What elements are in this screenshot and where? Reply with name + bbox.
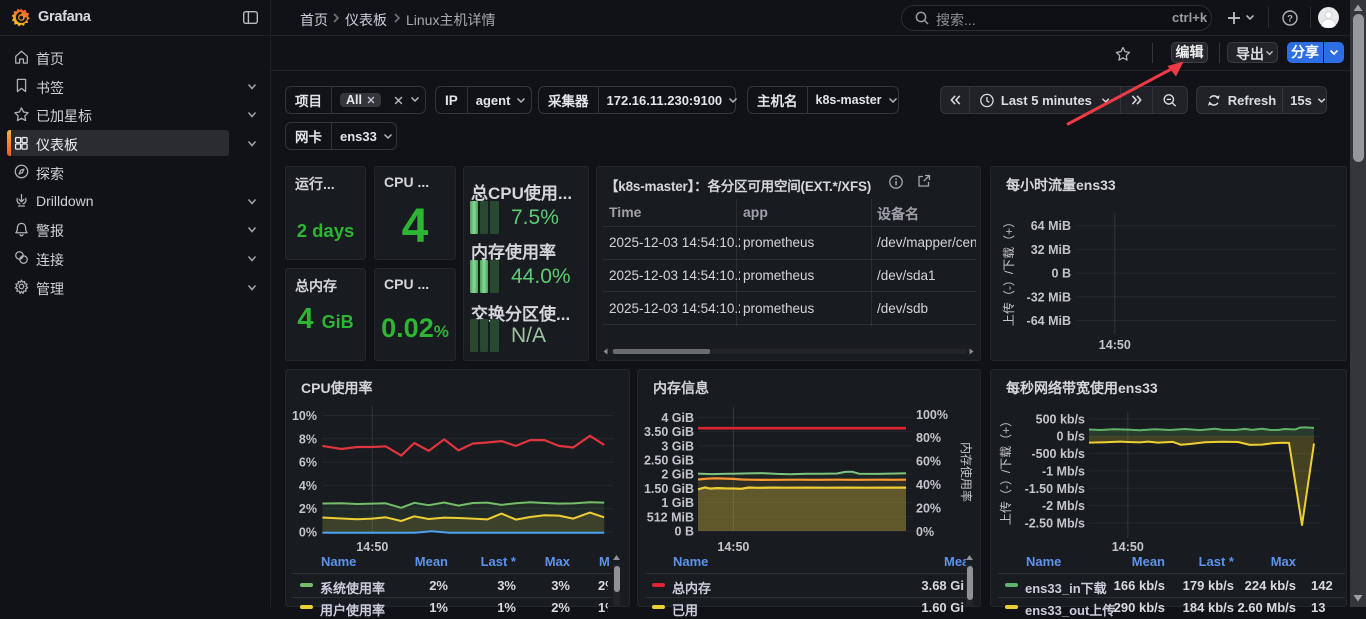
svg-text:20%: 20% — [916, 501, 941, 515]
svg-text:6%: 6% — [299, 456, 317, 470]
svg-text:2.50 GiB: 2.50 GiB — [644, 454, 694, 468]
svg-text:14:50: 14:50 — [1112, 540, 1144, 554]
svg-text:60%: 60% — [916, 455, 941, 469]
svg-text:10%: 10% — [292, 409, 317, 423]
svg-text:0 B: 0 B — [675, 525, 694, 539]
svg-text:?: ? — [1287, 13, 1293, 24]
svg-text:1.50 GiB: 1.50 GiB — [644, 482, 694, 496]
svg-text:14:50: 14:50 — [356, 540, 388, 554]
svg-text:80%: 80% — [916, 431, 941, 445]
svg-text:4%: 4% — [299, 479, 317, 493]
svg-text:40%: 40% — [916, 478, 941, 492]
svg-text:8%: 8% — [299, 432, 317, 446]
svg-text:500 kb/s: 500 kb/s — [1036, 412, 1085, 426]
svg-text:-1 Mb/s: -1 Mb/s — [1042, 464, 1085, 478]
svg-text:-1.50 Mb/s: -1.50 Mb/s — [1025, 482, 1085, 496]
svg-text:14:50: 14:50 — [717, 540, 749, 554]
svg-text:32 MiB: 32 MiB — [1031, 243, 1071, 257]
svg-text:0 b/s: 0 b/s — [1057, 430, 1086, 444]
svg-text:0 B: 0 B — [1052, 267, 1071, 281]
svg-text:-2.50 Mb/s: -2.50 Mb/s — [1025, 517, 1085, 531]
svg-text:100%: 100% — [916, 408, 948, 422]
svg-text:-64 MiB: -64 MiB — [1027, 314, 1071, 328]
svg-text:64 MiB: 64 MiB — [1031, 219, 1071, 233]
svg-text:-500 kb/s: -500 kb/s — [1031, 447, 1085, 461]
svg-text:2%: 2% — [299, 502, 317, 516]
svg-text:0%: 0% — [916, 525, 934, 539]
svg-text:2 GiB: 2 GiB — [661, 468, 694, 482]
svg-text:512 MiB: 512 MiB — [647, 510, 694, 524]
svg-text:3.50 GiB: 3.50 GiB — [644, 425, 694, 439]
svg-text:1 GiB: 1 GiB — [661, 496, 694, 510]
svg-text:-32 MiB: -32 MiB — [1027, 290, 1071, 304]
svg-text:3 GiB: 3 GiB — [661, 439, 694, 453]
svg-text:4 GiB: 4 GiB — [661, 411, 694, 425]
svg-text:-2 Mb/s: -2 Mb/s — [1042, 499, 1085, 513]
svg-text:0%: 0% — [299, 526, 317, 540]
svg-text:14:50: 14:50 — [1099, 338, 1131, 352]
